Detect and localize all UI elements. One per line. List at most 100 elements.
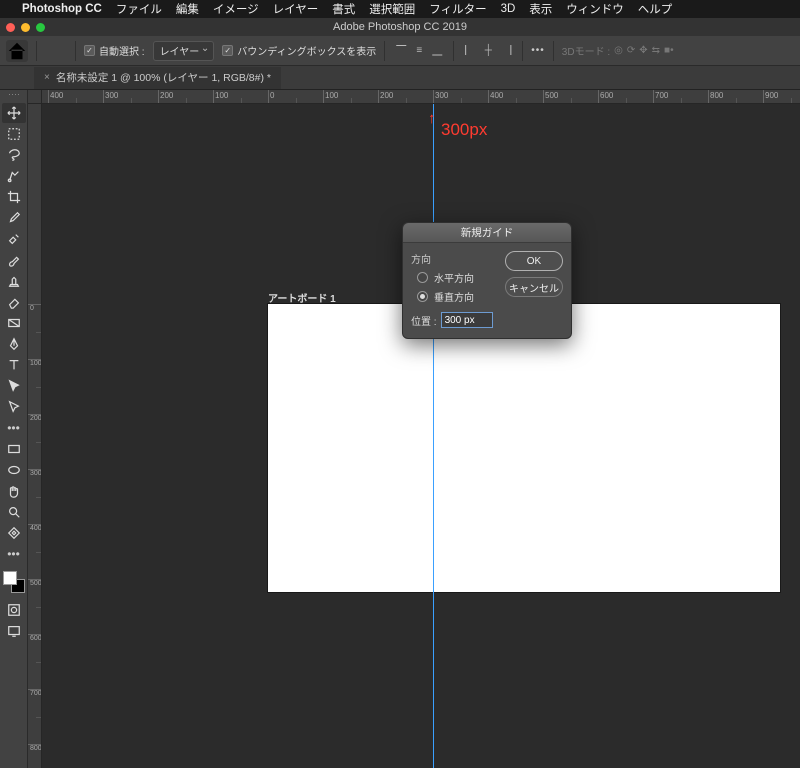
zoom-tool[interactable] xyxy=(2,502,26,522)
separator xyxy=(384,41,385,61)
tools-panel: ••• ••• xyxy=(0,90,28,768)
align-top-icon[interactable]: ⎺ xyxy=(393,43,409,59)
menu-image[interactable]: イメージ xyxy=(213,1,259,17)
align-bottom-icon[interactable]: ⎽ xyxy=(429,43,445,59)
color-swatches[interactable] xyxy=(3,571,25,593)
position-label: 位置 : xyxy=(411,313,437,328)
mode-3d-group: 3Dモード : ◎ ⟳ ✥ ⇆ ■• xyxy=(562,43,674,58)
separator xyxy=(75,41,76,61)
menu-help[interactable]: ヘルプ xyxy=(638,1,673,17)
bbox-label: バウンディングボックスを表示 xyxy=(237,43,376,58)
auto-select-checkbox[interactable]: ✓ 自動選択 : xyxy=(84,43,145,58)
slide-3d-icon[interactable]: ⇆ xyxy=(652,45,660,56)
app-name[interactable]: Photoshop CC xyxy=(22,3,102,15)
ruler-origin[interactable] xyxy=(28,90,42,104)
roll-3d-icon[interactable]: ⟳ xyxy=(627,45,635,56)
align-vcenter-icon[interactable]: ≡ xyxy=(411,43,427,59)
screen-mode-toggle[interactable] xyxy=(2,621,26,641)
align-buttons-group-2: ⎸ ┼ ⎹ xyxy=(462,43,514,59)
ellipse-tool[interactable] xyxy=(2,460,26,480)
auto-select-value: レイヤー xyxy=(160,43,200,58)
radio-icon xyxy=(417,291,428,302)
menu-edit[interactable]: 編集 xyxy=(176,1,199,17)
menu-select[interactable]: 選択範囲 xyxy=(369,1,415,17)
align-hcenter-icon[interactable]: ┼ xyxy=(480,43,496,59)
workspace: ••• ••• 60050040030020010001002003004005… xyxy=(0,90,800,768)
window-title: Adobe Photoshop CC 2019 xyxy=(0,21,800,33)
artboard-tool[interactable] xyxy=(2,523,26,543)
brush-tool[interactable] xyxy=(2,250,26,270)
orientation-group-label: 方向 xyxy=(411,251,497,266)
rectangle-tool[interactable] xyxy=(2,439,26,459)
menu-3d[interactable]: 3D xyxy=(501,3,516,15)
quick-mask-toggle[interactable] xyxy=(2,600,26,620)
align-right-icon[interactable]: ⎹ xyxy=(498,43,514,59)
radio-horizontal-label: 水平方向 xyxy=(434,270,474,285)
dots-tool[interactable]: ••• xyxy=(2,418,26,438)
window-titlebar: Adobe Photoshop CC 2019 xyxy=(0,18,800,36)
panel-grip-icon[interactable] xyxy=(5,94,23,100)
align-buttons-group: ⎺ ≡ ⎽ xyxy=(393,43,445,59)
path-select-tool[interactable] xyxy=(2,376,26,396)
zoom-3d-icon[interactable]: ■• xyxy=(664,45,674,56)
ruler-horizontal[interactable]: 6005004003002001000100200300400500600700… xyxy=(42,90,800,104)
close-tab-icon[interactable]: × xyxy=(44,72,50,83)
menu-filter[interactable]: フィルター xyxy=(429,1,486,17)
annotation-arrow-icon: ↑ xyxy=(428,110,436,127)
ok-button[interactable]: OK xyxy=(505,251,563,271)
menu-type[interactable]: 書式 xyxy=(332,1,355,17)
annotation-text: 300px xyxy=(441,120,487,140)
menu-file[interactable]: ファイル xyxy=(116,1,162,17)
artboard[interactable] xyxy=(268,304,780,592)
foreground-color-swatch[interactable] xyxy=(3,571,17,585)
auto-select-target-dropdown[interactable]: レイヤー xyxy=(153,41,215,61)
pen-tool[interactable] xyxy=(2,334,26,354)
document-stage[interactable]: アートボード 1 ↑ 300px 新規ガイド 方向 水平方向 xyxy=(42,104,800,768)
radio-vertical[interactable]: 垂直方向 xyxy=(417,289,497,304)
orbit-3d-icon[interactable]: ◎ xyxy=(614,45,623,56)
guide-vertical[interactable] xyxy=(433,104,434,768)
healing-brush-tool[interactable] xyxy=(2,229,26,249)
type-tool[interactable] xyxy=(2,355,26,375)
home-button[interactable] xyxy=(6,40,28,62)
pan-3d-icon[interactable]: ✥ xyxy=(639,45,647,56)
menu-window[interactable]: ウィンドウ xyxy=(566,1,624,17)
show-bounding-box-checkbox[interactable]: ✓ バウンディングボックスを表示 xyxy=(222,43,376,58)
edit-toolbar-button[interactable]: ••• xyxy=(2,544,26,564)
move-tool[interactable] xyxy=(2,103,26,123)
lasso-tool[interactable] xyxy=(2,145,26,165)
separator xyxy=(453,41,454,61)
clone-stamp-tool[interactable] xyxy=(2,271,26,291)
move-icon xyxy=(45,40,67,62)
marquee-tool[interactable] xyxy=(2,124,26,144)
menu-view[interactable]: 表示 xyxy=(529,1,552,17)
radio-vertical-label: 垂直方向 xyxy=(434,289,474,304)
separator xyxy=(522,41,523,61)
new-guide-dialog: 新規ガイド 方向 水平方向 垂直方向 位置 : xyxy=(402,222,572,339)
position-input[interactable] xyxy=(441,312,493,328)
dialog-title[interactable]: 新規ガイド xyxy=(403,223,571,243)
quick-select-tool[interactable] xyxy=(2,166,26,186)
align-left-icon[interactable]: ⎸ xyxy=(462,43,478,59)
crop-tool[interactable] xyxy=(2,187,26,207)
eraser-tool[interactable] xyxy=(2,292,26,312)
cancel-button[interactable]: キャンセル xyxy=(505,277,563,297)
eyedropper-tool[interactable] xyxy=(2,208,26,228)
menu-layer[interactable]: レイヤー xyxy=(273,1,319,17)
radio-horizontal[interactable]: 水平方向 xyxy=(417,270,497,285)
radio-icon xyxy=(417,272,428,283)
canvas-area: 6005004003002001000100200300400500600700… xyxy=(28,90,800,768)
separator xyxy=(553,41,554,61)
separator xyxy=(36,41,37,61)
gradient-tool[interactable] xyxy=(2,313,26,333)
macos-menubar: Photoshop CC ファイル 編集 イメージ レイヤー 書式 選択範囲 フ… xyxy=(0,0,800,18)
hand-tool[interactable] xyxy=(2,481,26,501)
move-tool-indicator[interactable] xyxy=(45,40,67,62)
ruler-vertical[interactable]: 010020030040050060070080090010001100 xyxy=(28,104,42,768)
checkbox-icon: ✓ xyxy=(84,45,95,56)
artboard-label[interactable]: アートボード 1 xyxy=(268,290,336,305)
document-tab[interactable]: × 名称未設定 1 @ 100% (レイヤー 1, RGB/8#) * xyxy=(34,67,281,89)
document-tab-bar: × 名称未設定 1 @ 100% (レイヤー 1, RGB/8#) * xyxy=(0,66,800,90)
direct-select-tool[interactable] xyxy=(2,397,26,417)
more-options-icon[interactable]: ••• xyxy=(531,45,545,56)
